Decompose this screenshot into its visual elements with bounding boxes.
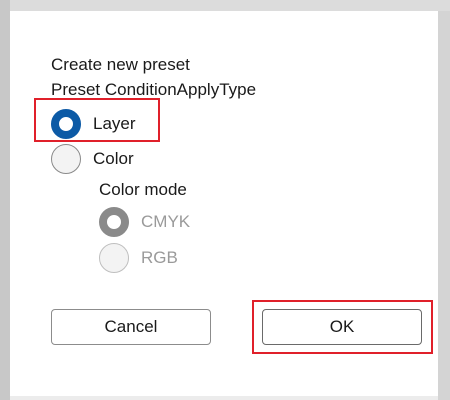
cancel-button[interactable]: Cancel xyxy=(51,309,211,345)
radio-rgb[interactable]: RGB xyxy=(99,241,178,275)
screenshot-page: Create new preset Preset ConditionApplyT… xyxy=(0,0,450,400)
radio-checked-icon[interactable] xyxy=(51,109,81,139)
radio-cmyk[interactable]: CMYK xyxy=(99,205,190,239)
condition-apply-type-label: Preset ConditionApplyType xyxy=(51,80,257,99)
radio-layer[interactable]: Layer xyxy=(51,107,136,141)
radio-rgb-label: RGB xyxy=(141,248,178,267)
color-mode-label: Color mode xyxy=(99,180,187,199)
radio-color-label: Color xyxy=(93,149,134,168)
window-top-edge xyxy=(0,0,450,11)
radio-unchecked-icon[interactable] xyxy=(51,144,81,174)
radio-layer-label: Layer xyxy=(93,114,136,133)
window-right-edge xyxy=(438,11,450,400)
ok-button[interactable]: OK xyxy=(262,309,422,345)
dialog-heading: Create new preset xyxy=(51,55,190,74)
radio-cmyk-label: CMYK xyxy=(141,212,191,231)
window-left-edge xyxy=(0,0,10,400)
window-bottom-edge xyxy=(10,396,438,400)
create-preset-dialog: Create new preset Preset ConditionApplyT… xyxy=(10,11,438,396)
radio-unchecked-disabled-icon[interactable] xyxy=(99,243,129,273)
radio-checked-disabled-icon[interactable] xyxy=(99,207,129,237)
radio-color[interactable]: Color xyxy=(51,142,134,176)
